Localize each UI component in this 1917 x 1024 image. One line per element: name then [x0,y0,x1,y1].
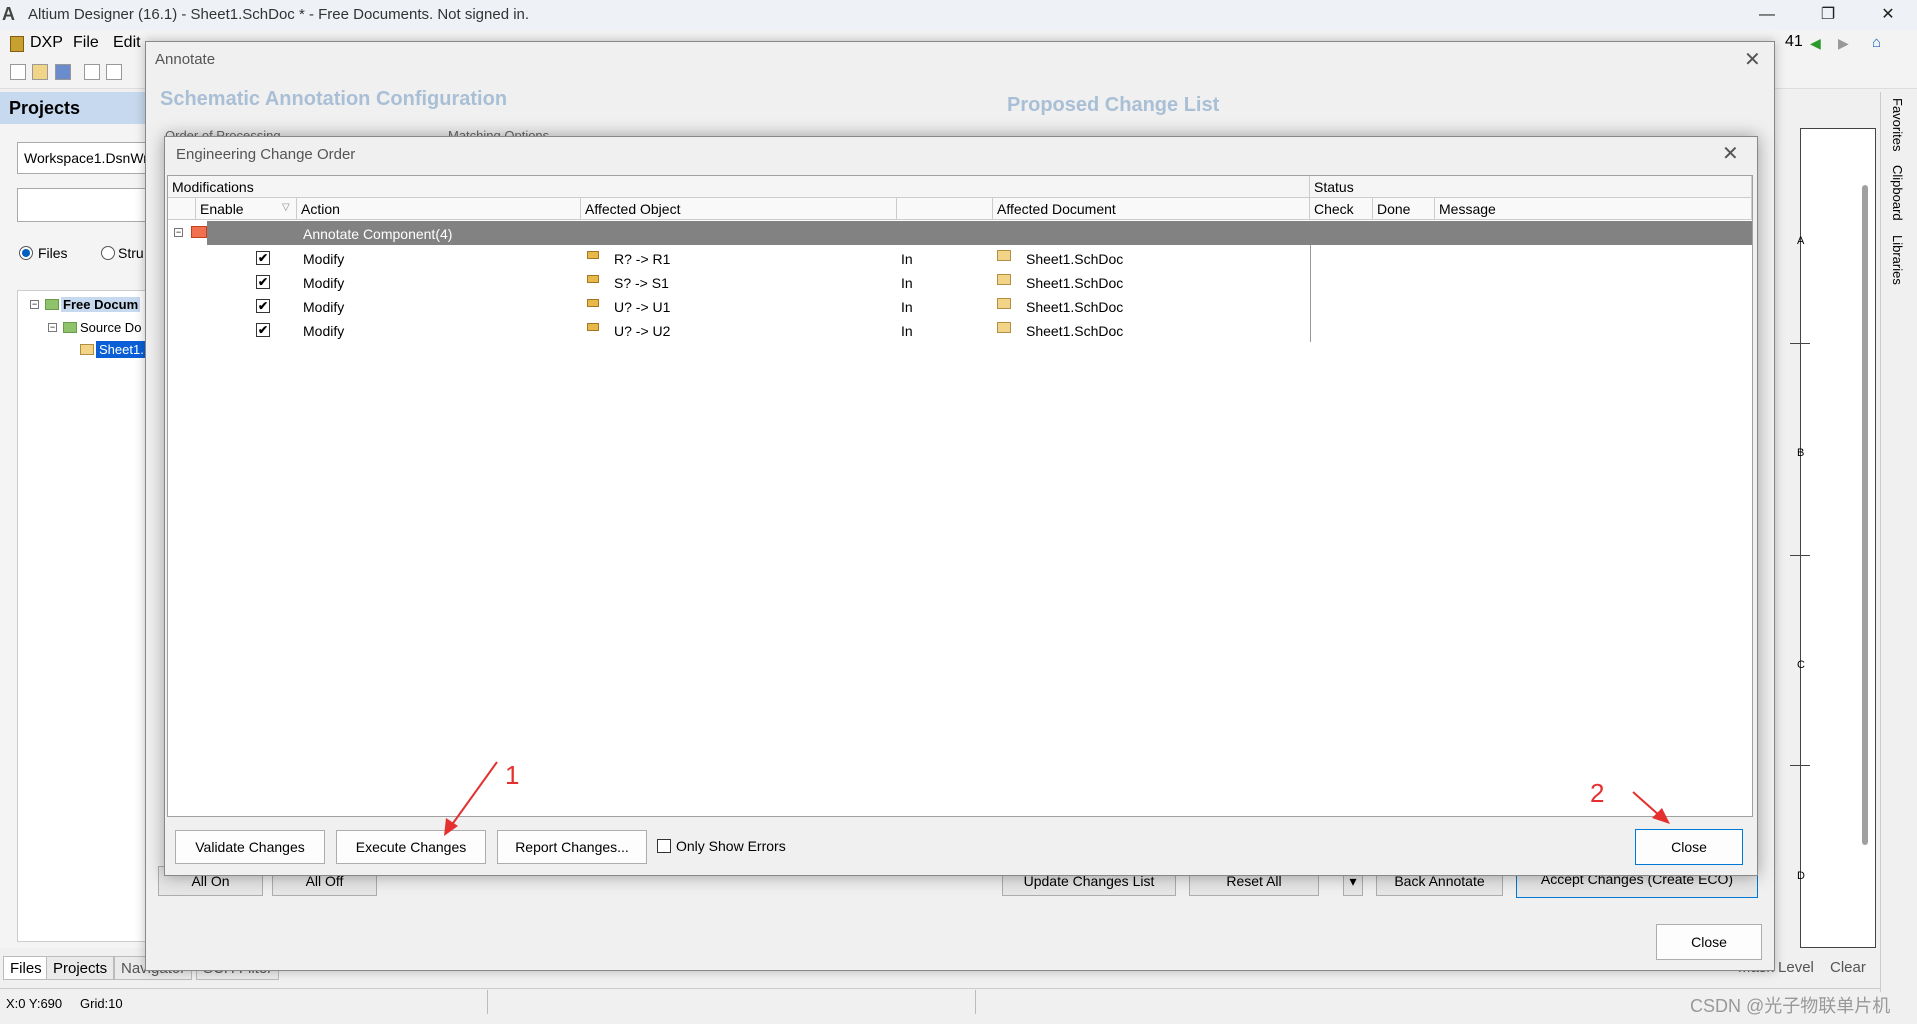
arrow-2-line [1632,791,1661,817]
arrow-1-line [450,761,498,827]
annotation-arrows [444,761,1670,836]
